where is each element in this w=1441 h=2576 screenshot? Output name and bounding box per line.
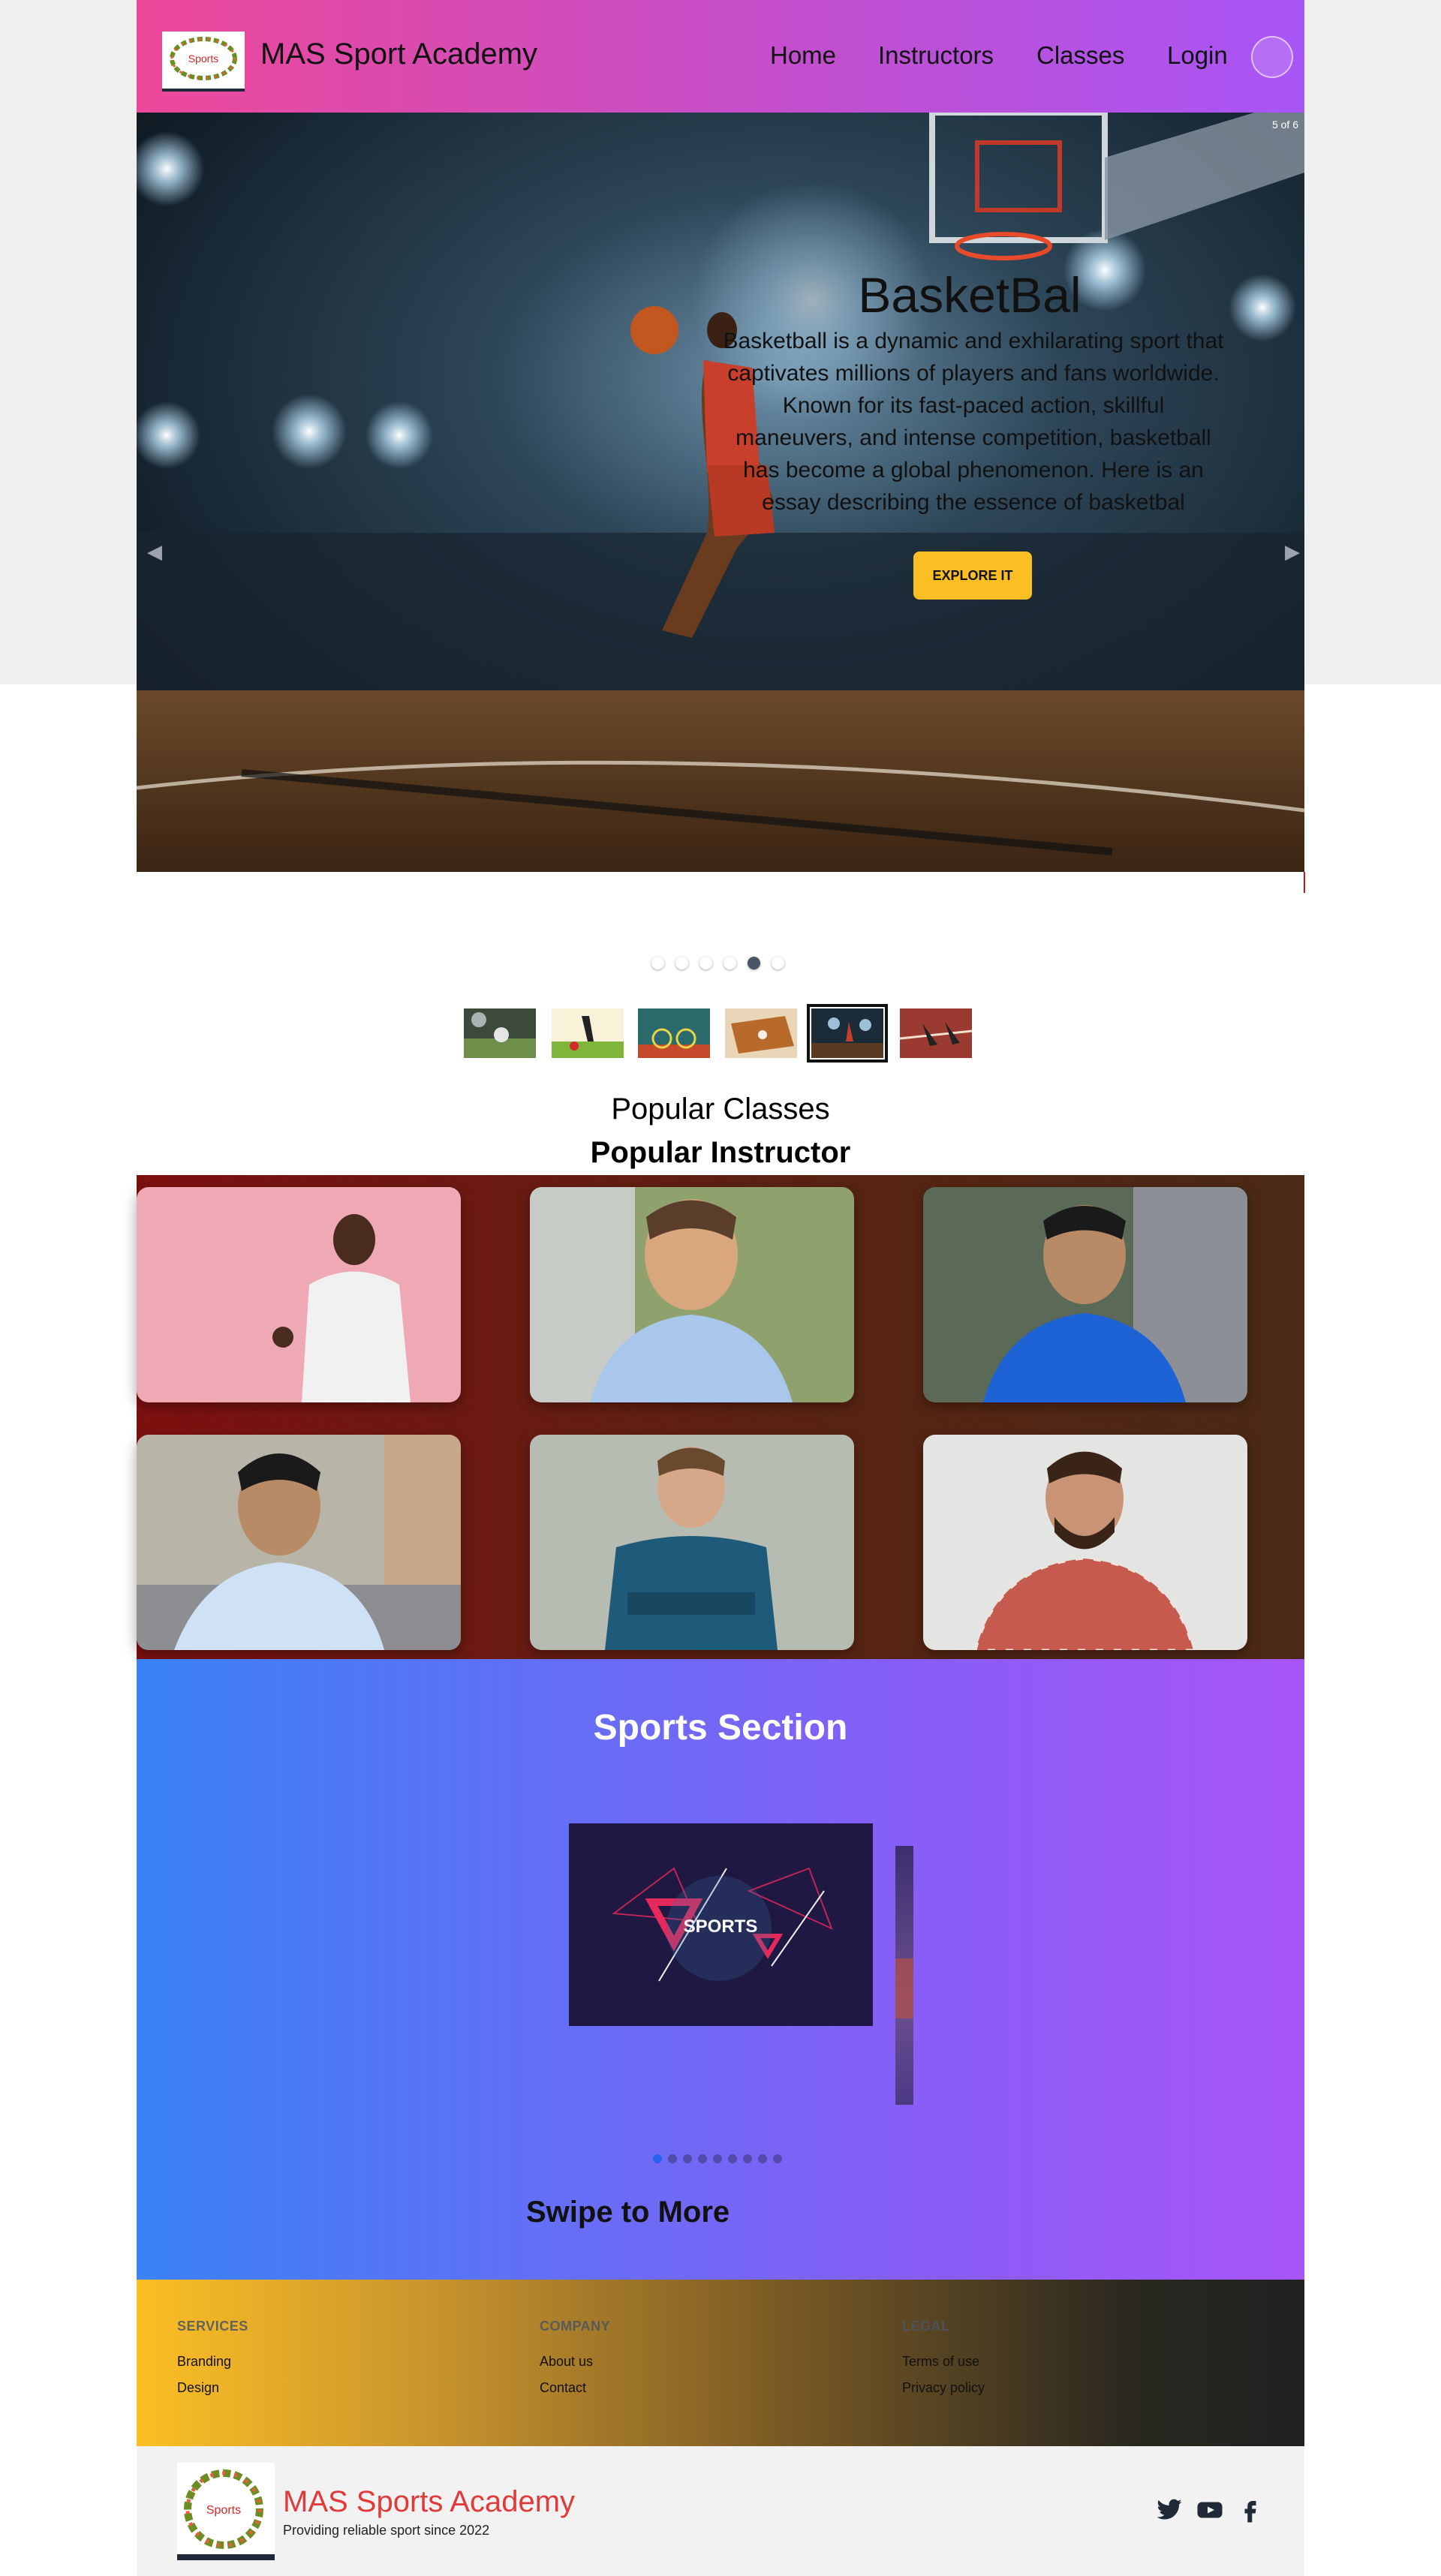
footer-link-privacy[interactable]: Privacy policy — [902, 2380, 985, 2396]
sports-slide-text: SPORTS — [684, 1916, 758, 1937]
popular-instructor-title: Popular Instructor — [590, 1136, 851, 1169]
footer-services: SERVICES Branding Design — [177, 2319, 248, 2406]
sports-dot[interactable] — [728, 2154, 737, 2163]
carousel-dots — [651, 957, 784, 969]
instructor-card[interactable] — [923, 1187, 1247, 1402]
thumbnail-cycling[interactable] — [638, 1008, 710, 1058]
footer-link-terms[interactable]: Terms of use — [902, 2354, 985, 2370]
instructor-card[interactable] — [137, 1187, 461, 1402]
carousel-dot-active[interactable] — [748, 957, 760, 969]
footer-heading: COMPANY — [540, 2319, 611, 2334]
hero-carousel[interactable]: 5 of 6 BasketBal Basketball is a dynamic… — [137, 113, 1304, 872]
sports-pagination — [653, 2154, 782, 2163]
instructor-card[interactable] — [530, 1187, 854, 1402]
footer-heading: SERVICES — [177, 2319, 248, 2334]
footer-link-design[interactable]: Design — [177, 2380, 248, 2396]
sports-section: Sports Section SPORTS Swipe to More — [137, 1659, 1304, 2280]
instructor-card[interactable] — [923, 1435, 1247, 1650]
slide-counter: 5 of 6 — [1271, 119, 1298, 131]
footer-link-contact[interactable]: Contact — [540, 2380, 610, 2396]
footer-link-about[interactable]: About us — [540, 2354, 610, 2370]
divider — [1304, 872, 1305, 893]
nav-classes[interactable]: Classes — [1036, 41, 1124, 70]
footer-company: COMPANY About us Contact — [540, 2319, 610, 2406]
carousel-dot[interactable] — [772, 957, 784, 969]
sports-dot[interactable] — [668, 2154, 677, 2163]
footer-brand-name: MAS Sports Academy — [283, 2485, 576, 2518]
logo[interactable]: Sports — [162, 32, 245, 92]
nav-login[interactable]: Login — [1167, 41, 1228, 70]
facebook-icon[interactable] — [1237, 2496, 1264, 2523]
footer-links: SERVICES Branding Design COMPANY About u… — [137, 2280, 1304, 2446]
twitter-icon[interactable] — [1156, 2496, 1183, 2523]
instructor-card[interactable] — [530, 1435, 854, 1650]
sports-dot[interactable] — [758, 2154, 767, 2163]
page: Sports MAS Sport Academy Home Instructor… — [137, 0, 1305, 2576]
carousel-dot[interactable] — [699, 957, 712, 969]
chevron-right-icon[interactable]: ▶ — [1285, 540, 1300, 564]
sports-dot[interactable] — [743, 2154, 752, 2163]
explore-button[interactable]: EXPLORE IT — [913, 552, 1032, 600]
carousel-dot[interactable] — [651, 957, 664, 969]
thumbnail-soccer[interactable] — [464, 1008, 536, 1058]
nav-home[interactable]: Home — [770, 41, 836, 70]
thumbnail-board[interactable] — [725, 1008, 797, 1058]
footer-logo[interactable]: Sports — [177, 2463, 275, 2560]
carousel-dot[interactable] — [724, 957, 736, 969]
sports-slide-next[interactable] — [895, 1846, 913, 2105]
footer-logo-text: Sports — [206, 2504, 241, 2517]
sports-dot-active[interactable] — [653, 2154, 662, 2163]
navbar: Sports MAS Sport Academy Home Instructor… — [137, 0, 1304, 113]
youtube-icon[interactable] — [1196, 2496, 1223, 2523]
thumbnail-track[interactable] — [900, 1008, 972, 1058]
instructor-card[interactable] — [137, 1435, 461, 1650]
sports-dot[interactable] — [698, 2154, 707, 2163]
instructor-grid — [137, 1175, 1304, 1659]
sports-dot[interactable] — [773, 2154, 782, 2163]
footer-tagline: Providing reliable sport since 2022 — [283, 2523, 490, 2538]
footer-bottom: Sports MAS Sports Academy Providing reli… — [137, 2446, 1304, 2576]
slide-description: Basketball is a dynamic and exhilarating… — [723, 329, 1224, 515]
swipe-hint: Swipe to More — [526, 2196, 730, 2229]
logo-text: Sports — [188, 53, 218, 65]
thumbnail-basketball[interactable] — [807, 1004, 888, 1063]
slide-title: BasketBal — [858, 267, 1082, 323]
nav-instructors[interactable]: Instructors — [878, 41, 994, 70]
footer-heading: LEGAL — [902, 2319, 950, 2334]
footer-link-branding[interactable]: Branding — [177, 2354, 248, 2370]
chevron-left-icon[interactable]: ◀ — [147, 540, 162, 564]
sports-dot[interactable] — [713, 2154, 722, 2163]
user-avatar[interactable] — [1251, 36, 1293, 78]
carousel-dot[interactable] — [675, 957, 688, 969]
sports-dot[interactable] — [683, 2154, 692, 2163]
sports-section-title: Sports Section — [593, 1708, 848, 1748]
footer-legal: LEGAL Terms of use Privacy policy — [902, 2319, 985, 2406]
sports-slide[interactable]: SPORTS — [569, 1823, 873, 2026]
popular-classes-title: Popular Classes — [611, 1093, 830, 1126]
thumbnail-cricket[interactable] — [552, 1008, 624, 1058]
brand-name[interactable]: MAS Sport Academy — [260, 38, 537, 71]
